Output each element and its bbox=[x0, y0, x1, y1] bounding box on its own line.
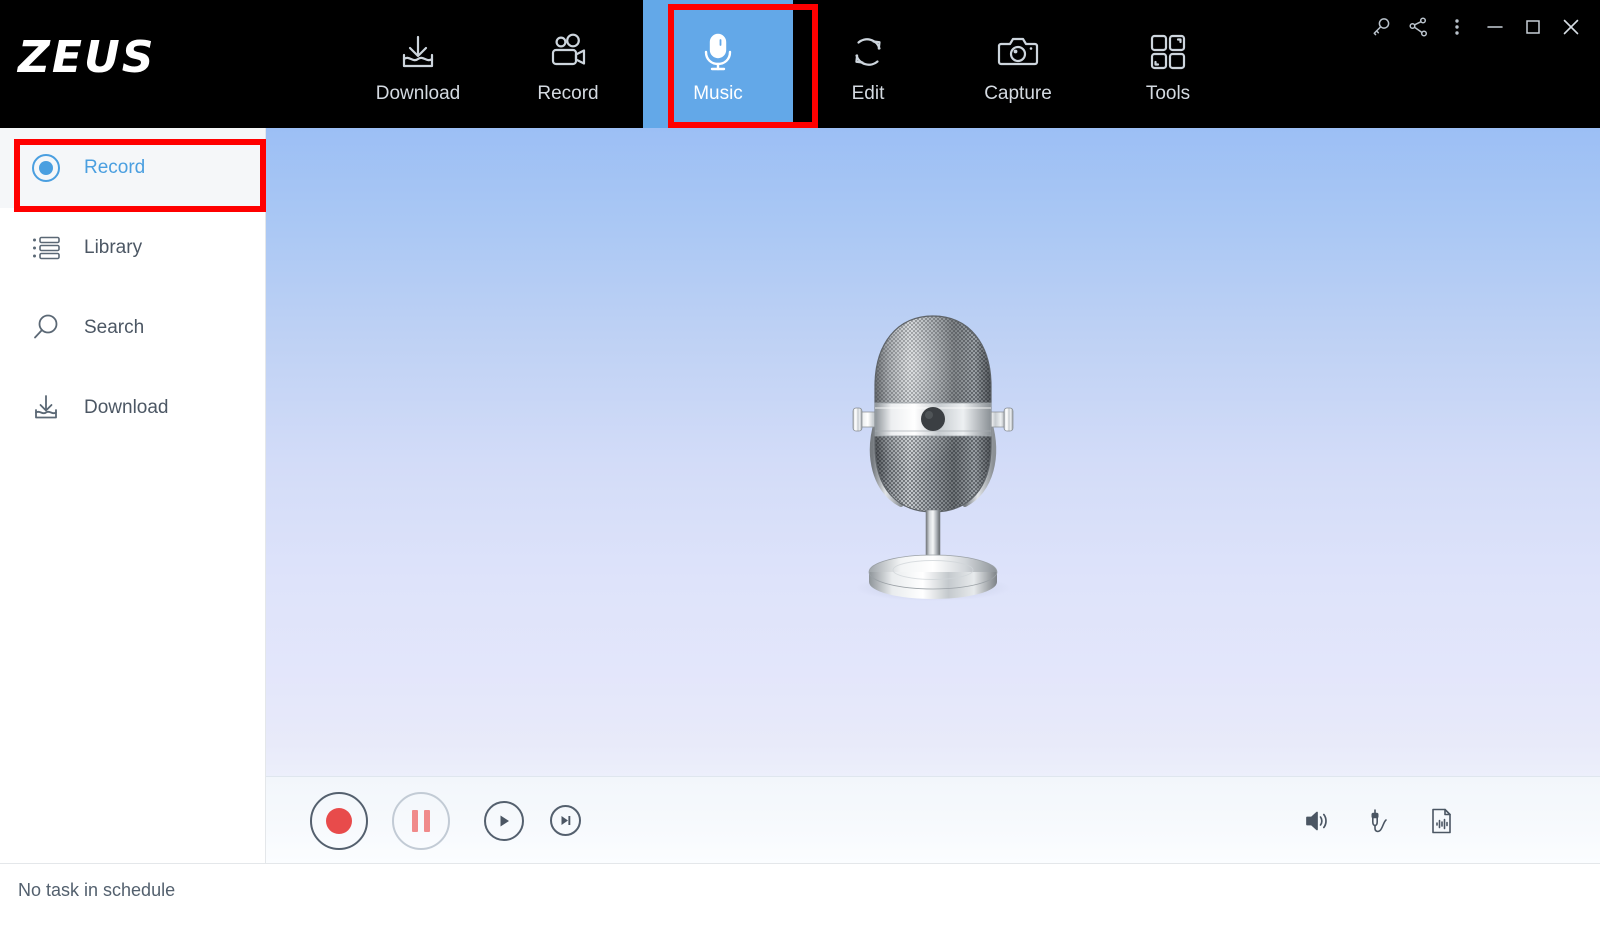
pause-icon bbox=[412, 809, 430, 832]
tab-edit[interactable]: Edit bbox=[793, 0, 943, 128]
download-tray-icon bbox=[28, 390, 64, 426]
waveform-file-icon[interactable] bbox=[1422, 802, 1460, 840]
tab-tools[interactable]: Tools bbox=[1093, 0, 1243, 128]
tab-record-label: Record bbox=[537, 82, 599, 104]
convert-refresh-icon bbox=[845, 26, 891, 78]
sidebar-item-search[interactable]: Search bbox=[0, 288, 265, 368]
playback-control-bar bbox=[266, 776, 1600, 863]
tab-record[interactable]: Record bbox=[493, 0, 643, 128]
vintage-microphone-illustration bbox=[823, 304, 1043, 604]
key-icon[interactable] bbox=[1362, 8, 1400, 46]
app-toolbar: ZEUS Download Record Music Edit Capture … bbox=[0, 0, 1600, 128]
transport-controls bbox=[310, 777, 581, 864]
download-tray-icon bbox=[395, 26, 441, 78]
play-icon bbox=[500, 815, 509, 826]
play-button[interactable] bbox=[484, 800, 524, 841]
next-button[interactable] bbox=[550, 805, 581, 836]
minimize-icon[interactable] bbox=[1476, 8, 1514, 46]
window-controls bbox=[1362, 8, 1590, 46]
share-icon[interactable] bbox=[1400, 8, 1438, 46]
sidebar-item-library[interactable]: Library bbox=[0, 208, 265, 288]
tab-edit-label: Edit bbox=[851, 82, 885, 104]
pause-button[interactable] bbox=[392, 791, 450, 850]
tab-download-label: Download bbox=[375, 82, 461, 104]
sidebar-item-download-label: Download bbox=[84, 397, 169, 418]
sidebar-item-record-label: Record bbox=[84, 157, 146, 178]
app-logo: ZEUS bbox=[18, 32, 156, 83]
tab-download[interactable]: Download bbox=[343, 0, 493, 128]
list-icon bbox=[28, 230, 64, 266]
record-radio-icon bbox=[28, 150, 64, 186]
tab-tools-label: Tools bbox=[1145, 82, 1191, 104]
sidebar-item-record[interactable]: Record bbox=[0, 128, 265, 208]
close-icon[interactable] bbox=[1552, 8, 1590, 46]
audio-jack-icon[interactable] bbox=[1360, 802, 1398, 840]
status-message: No task in schedule bbox=[18, 880, 176, 900]
tab-music-label: Music bbox=[693, 82, 743, 104]
status-bar: No task in schedule bbox=[0, 863, 1600, 925]
stage-area bbox=[266, 128, 1600, 776]
record-dot-icon bbox=[326, 807, 352, 834]
camera-icon bbox=[995, 26, 1041, 78]
maximize-icon[interactable] bbox=[1514, 8, 1552, 46]
skip-next-icon bbox=[561, 816, 571, 825]
volume-icon[interactable] bbox=[1298, 802, 1336, 840]
video-camera-icon bbox=[545, 26, 591, 78]
magnifier-icon bbox=[28, 310, 64, 346]
grid-squares-icon bbox=[1145, 26, 1191, 78]
audio-option-controls bbox=[1298, 777, 1460, 864]
microphone-icon bbox=[695, 26, 741, 78]
tab-music[interactable]: Music bbox=[643, 0, 793, 128]
sidebar-item-download[interactable]: Download bbox=[0, 368, 265, 448]
record-button[interactable] bbox=[310, 791, 368, 850]
more-menu-icon[interactable] bbox=[1438, 8, 1476, 46]
tab-capture-label: Capture bbox=[984, 82, 1052, 104]
main-tab-bar: Download Record Music Edit Capture Tools bbox=[343, 0, 1243, 128]
sidebar: Record Library Search Download bbox=[0, 128, 266, 863]
tab-capture[interactable]: Capture bbox=[943, 0, 1093, 128]
sidebar-item-search-label: Search bbox=[84, 317, 145, 338]
sidebar-item-library-label: Library bbox=[84, 237, 143, 258]
